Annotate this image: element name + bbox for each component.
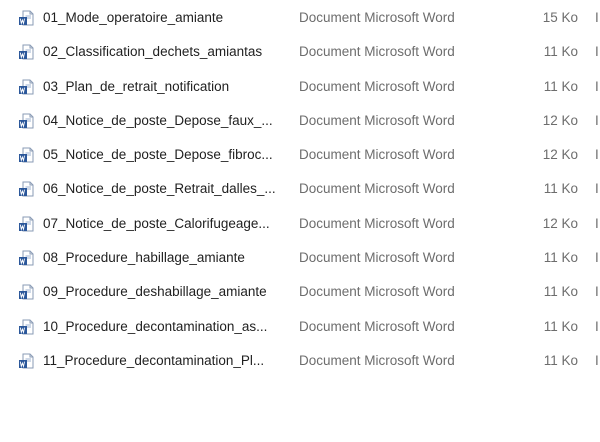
file-name: 08_Procedure_habillage_amiante: [43, 250, 245, 266]
file-row[interactable]: 08_Procedure_habillage_amiante Document …: [0, 241, 600, 275]
file-row[interactable]: 07_Notice_de_poste_Calorifugeage... Docu…: [0, 207, 600, 241]
word-doc-icon: [18, 250, 34, 266]
word-doc-icon: [18, 319, 34, 335]
file-name: 05_Notice_de_poste_Depose_fibroc...: [43, 147, 273, 163]
file-row[interactable]: 11_Procedure_decontamination_Pl... Docum…: [0, 344, 600, 378]
file-row[interactable]: 06_Notice_de_poste_Retrait_dalles_... Do…: [0, 172, 600, 206]
word-doc-icon: [18, 181, 34, 197]
file-type: Document Microsoft Word: [299, 78, 455, 94]
next-column-text: I: [595, 318, 599, 334]
word-doc-icon: [18, 79, 34, 95]
file-type: Document Microsoft Word: [299, 352, 455, 368]
file-row[interactable]: 05_Notice_de_poste_Depose_fibroc... Docu…: [0, 138, 600, 172]
file-name: 02_Classification_dechets_amiantas: [43, 44, 263, 60]
file-type: Document Microsoft Word: [299, 44, 455, 60]
file-size: 12 Ko: [542, 147, 578, 163]
file-name: 09_Procedure_deshabillage_amiante: [43, 284, 267, 300]
file-name: 04_Notice_de_poste_Depose_faux_...: [43, 112, 273, 128]
file-type: Document Microsoft Word: [299, 215, 455, 231]
file-size: 11 Ko: [543, 284, 578, 300]
file-row[interactable]: 09_Procedure_deshabillage_amiante Docume…: [0, 275, 600, 309]
file-row[interactable]: 02_Classification_dechets_amiantas Docum…: [0, 35, 600, 69]
next-column-text: I: [595, 215, 599, 231]
file-type: Document Microsoft Word: [299, 318, 455, 334]
next-column-text: I: [595, 284, 599, 300]
word-doc-icon: [18, 10, 34, 26]
word-doc-icon: [18, 284, 34, 300]
file-type: Document Microsoft Word: [299, 284, 455, 300]
file-type: Document Microsoft Word: [299, 112, 455, 128]
file-size: 11 Ko: [543, 318, 578, 334]
next-column-text: I: [595, 78, 599, 94]
file-size: 12 Ko: [542, 112, 578, 128]
file-size: 11 Ko: [543, 44, 578, 60]
file-row[interactable]: 03_Plan_de_retrait_notification Document…: [0, 70, 600, 104]
file-name: 07_Notice_de_poste_Calorifugeage...: [43, 215, 270, 231]
word-doc-icon: [18, 353, 34, 369]
word-doc-icon: [18, 216, 34, 232]
file-type: Document Microsoft Word: [299, 147, 455, 163]
file-size: 12 Ko: [542, 215, 578, 231]
file-type: Document Microsoft Word: [299, 181, 455, 197]
file-row[interactable]: 01_Mode_operatoire_amiante Document Micr…: [0, 1, 600, 35]
next-column-text: I: [595, 44, 599, 60]
word-doc-icon: [18, 113, 34, 129]
next-column-text: I: [595, 147, 599, 163]
next-column-text: I: [595, 10, 599, 25]
file-type: Document Microsoft Word: [299, 10, 455, 25]
file-name: 06_Notice_de_poste_Retrait_dalles_...: [43, 181, 276, 197]
file-name: 03_Plan_de_retrait_notification: [43, 78, 230, 94]
file-name: 10_Procedure_decontamination_as...: [43, 318, 268, 334]
file-size: 11 Ko: [543, 78, 578, 94]
next-column-text: I: [595, 352, 599, 368]
next-column-text: I: [595, 250, 599, 266]
next-column-text: I: [595, 181, 599, 197]
file-row[interactable]: 10_Procedure_decontamination_as... Docum…: [0, 310, 600, 344]
word-doc-icon: [18, 44, 34, 60]
file-name: 11_Procedure_decontamination_Pl...: [43, 352, 265, 368]
file-list: 01_Mode_operatoire_amiante Document Micr…: [0, 1, 600, 378]
file-row[interactable]: 04_Notice_de_poste_Depose_faux_... Docum…: [0, 104, 600, 138]
file-size: 11 Ko: [543, 250, 578, 266]
file-name: 01_Mode_operatoire_amiante: [43, 10, 224, 25]
file-type: Document Microsoft Word: [299, 250, 455, 266]
next-column-text: I: [595, 112, 599, 128]
file-size: 15 Ko: [542, 10, 578, 25]
file-size: 11 Ko: [543, 181, 578, 197]
word-doc-icon: [18, 147, 34, 163]
file-size: 11 Ko: [543, 352, 578, 368]
